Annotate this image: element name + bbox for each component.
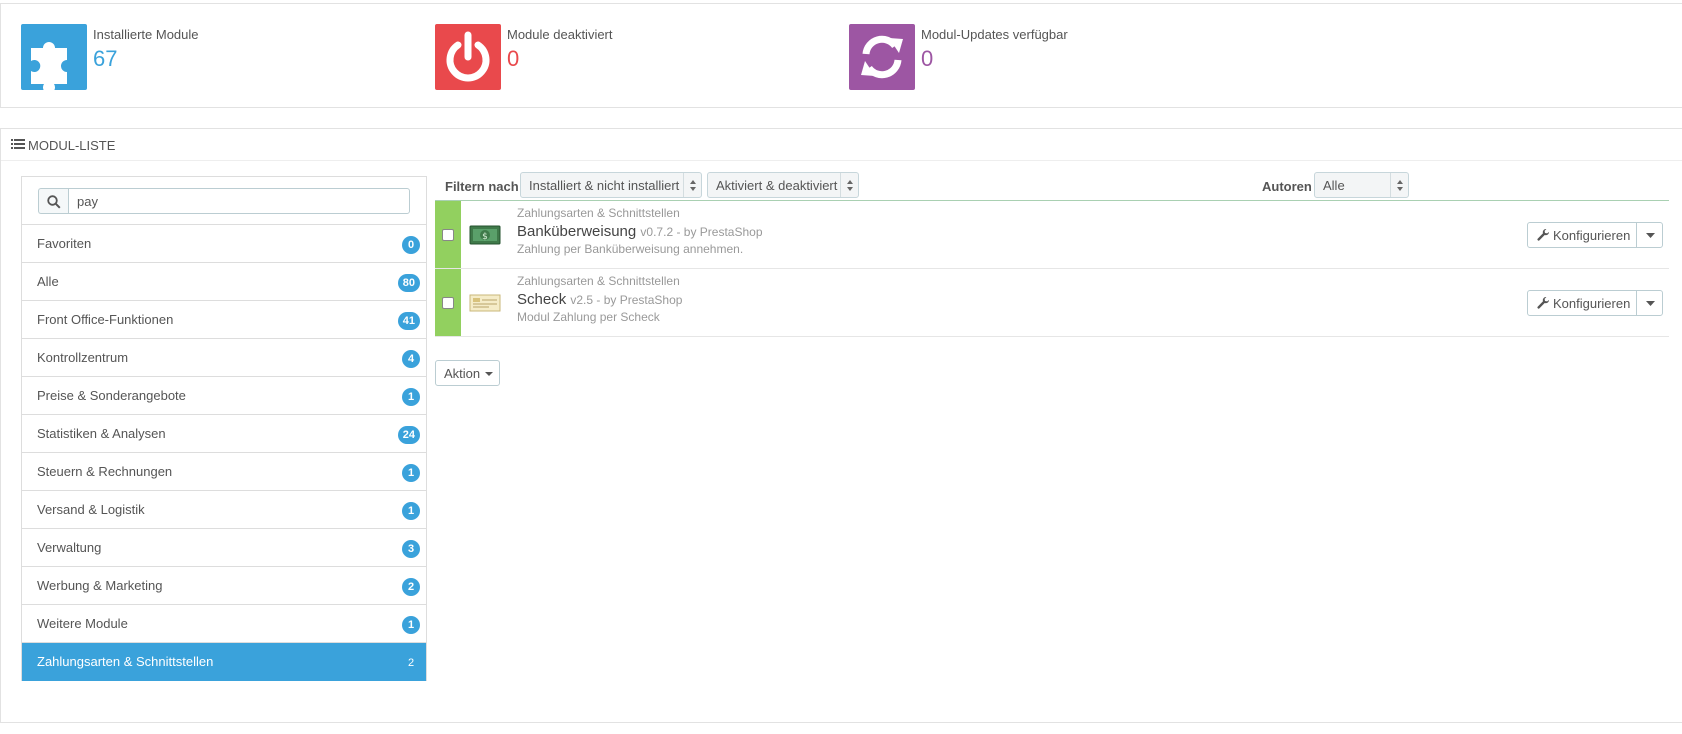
module-row: Zahlungsarten & Schnittstellen Scheck v2… — [435, 269, 1669, 337]
bulk-action-label: Aktion — [444, 366, 481, 381]
install-filter-select[interactable]: Installiert & nicht installiert — [520, 172, 702, 198]
svg-text:$: $ — [482, 232, 488, 242]
category-label: Statistiken & Analysen — [37, 426, 166, 441]
category-item-zahlungsarten[interactable]: Zahlungsarten & Schnittstellen 2 — [22, 643, 426, 681]
category-item-versand[interactable]: Versand & Logistik 1 — [22, 491, 426, 529]
category-item-kontrollzentrum[interactable]: Kontrollzentrum 4 — [22, 339, 426, 377]
category-item-verwaltung[interactable]: Verwaltung 3 — [22, 529, 426, 567]
category-label: Werbung & Marketing — [37, 578, 163, 593]
wrench-icon — [1537, 229, 1549, 241]
configure-button[interactable]: Konfigurieren — [1527, 222, 1637, 248]
select-arrows-icon — [683, 173, 701, 197]
category-label: Verwaltung — [37, 540, 102, 555]
category-count-badge: 4 — [402, 350, 420, 368]
kpi-label: Module deaktiviert — [507, 27, 613, 42]
category-label: Versand & Logistik — [37, 502, 145, 517]
refresh-icon — [849, 24, 915, 90]
wrench-icon — [1537, 297, 1549, 309]
module-version: v0.7.2 - by PrestaShop — [640, 225, 763, 239]
category-count-badge: 41 — [397, 312, 420, 330]
module-checkbox[interactable] — [442, 297, 454, 309]
category-label: Preise & Sonderangebote — [37, 388, 186, 403]
configure-button-group: Konfigurieren — [1527, 290, 1663, 316]
cheque-icon — [469, 290, 501, 316]
category-item-front-office[interactable]: Front Office-Funktionen 41 — [22, 301, 426, 339]
filter-label: Filtern nach — [445, 179, 519, 194]
category-count-badge: 80 — [397, 274, 420, 292]
category-count-badge: 24 — [397, 426, 420, 444]
configure-dropdown-toggle[interactable] — [1636, 222, 1663, 248]
module-title: Scheck v2.5 - by PrestaShop — [517, 291, 682, 308]
select-arrows-icon — [840, 173, 858, 197]
module-row: $ Zahlungsarten & Schnittstellen Bankübe… — [435, 201, 1669, 269]
module-version: v2.5 - by PrestaShop — [570, 293, 683, 307]
select-value: Aktiviert & deaktiviert — [716, 178, 838, 193]
category-label: Zahlungsarten & Schnittstellen — [37, 654, 214, 669]
module-category: Zahlungsarten & Schnittstellen — [517, 206, 680, 220]
category-label: Alle — [37, 274, 59, 289]
configure-label: Konfigurieren — [1553, 296, 1631, 311]
category-item-steuern[interactable]: Steuern & Rechnungen 1 — [22, 453, 426, 491]
module-category: Zahlungsarten & Schnittstellen — [517, 274, 680, 288]
category-item-favoriten[interactable]: Favoriten 0 — [22, 225, 426, 263]
select-arrows-icon — [1390, 173, 1408, 197]
category-sidebar: Favoriten 0 Alle 80 Front Office-Funktio… — [21, 176, 427, 681]
bulk-action-button[interactable]: Aktion — [435, 360, 500, 386]
kpi-label: Installierte Module — [93, 27, 199, 42]
kpi-panel: Installierte Module 67 Module deaktivier… — [0, 3, 1682, 108]
category-label: Steuern & Rechnungen — [37, 464, 173, 479]
panel-heading: MODUL-LISTE — [1, 129, 1682, 161]
configure-dropdown-toggle[interactable] — [1636, 290, 1663, 316]
caret-down-icon — [485, 372, 493, 376]
module-checkbox[interactable] — [442, 229, 454, 241]
module-description: Zahlung per Banküberweisung annehmen. — [517, 242, 744, 256]
category-item-werbung[interactable]: Werbung & Marketing 2 — [22, 567, 426, 605]
category-count-badge: 2 — [407, 657, 415, 669]
category-label: Kontrollzentrum — [37, 350, 129, 365]
select-value: Installiert & nicht installiert — [529, 178, 680, 193]
category-item-statistiken[interactable]: Statistiken & Analysen 24 — [22, 415, 426, 453]
category-count-badge: 1 — [402, 464, 420, 482]
kpi-value: 67 — [93, 46, 118, 71]
category-item-alle[interactable]: Alle 80 — [22, 263, 426, 301]
category-item-preise[interactable]: Preise & Sonderangebote 1 — [22, 377, 426, 415]
caret-down-icon — [1646, 301, 1655, 306]
caret-down-icon — [1646, 233, 1655, 238]
bank-transfer-icon: $ — [469, 222, 501, 248]
category-label: Favoriten — [37, 236, 92, 251]
configure-label: Konfigurieren — [1553, 228, 1631, 243]
category-count-badge: 3 — [402, 540, 420, 558]
kpi-value: 0 — [921, 46, 934, 71]
search-input[interactable] — [68, 188, 410, 214]
category-label: Weitere Module — [37, 616, 128, 631]
module-list-panel: MODUL-LISTE Favoriten 0 Alle 80 Front Of… — [0, 128, 1682, 723]
category-item-weitere[interactable]: Weitere Module 1 — [22, 605, 426, 643]
category-count-badge: 1 — [402, 502, 420, 520]
authors-select[interactable]: Alle — [1314, 172, 1409, 198]
search-wrapper — [22, 177, 426, 225]
category-count-badge: 0 — [402, 236, 420, 254]
module-table: $ Zahlungsarten & Schnittstellen Bankübe… — [435, 200, 1669, 337]
puzzle-icon — [21, 24, 87, 90]
category-count-badge: 2 — [402, 578, 420, 596]
filter-bar: Filtern nach Installiert & nicht install… — [445, 172, 1669, 201]
power-icon — [435, 24, 501, 90]
category-count-badge: 1 — [402, 388, 420, 406]
select-value: Alle — [1323, 178, 1345, 193]
category-count-badge: 1 — [402, 616, 420, 634]
panel-title: MODUL-LISTE — [28, 138, 116, 153]
kpi-value: 0 — [507, 46, 520, 71]
list-icon — [11, 138, 25, 153]
authors-label: Autoren — [1262, 179, 1312, 194]
module-description: Modul Zahlung per Scheck — [517, 310, 660, 324]
configure-button-group: Konfigurieren — [1527, 222, 1663, 248]
kpi-label: Modul-Updates verfügbar — [921, 27, 1068, 42]
module-name: Scheck — [517, 291, 567, 308]
active-filter-select[interactable]: Aktiviert & deaktiviert — [707, 172, 859, 198]
search-icon — [38, 188, 68, 214]
configure-button[interactable]: Konfigurieren — [1527, 290, 1637, 316]
category-label: Front Office-Funktionen — [37, 312, 174, 327]
module-name: Banküberweisung — [517, 223, 637, 240]
module-title: Banküberweisung v0.7.2 - by PrestaShop — [517, 223, 763, 240]
